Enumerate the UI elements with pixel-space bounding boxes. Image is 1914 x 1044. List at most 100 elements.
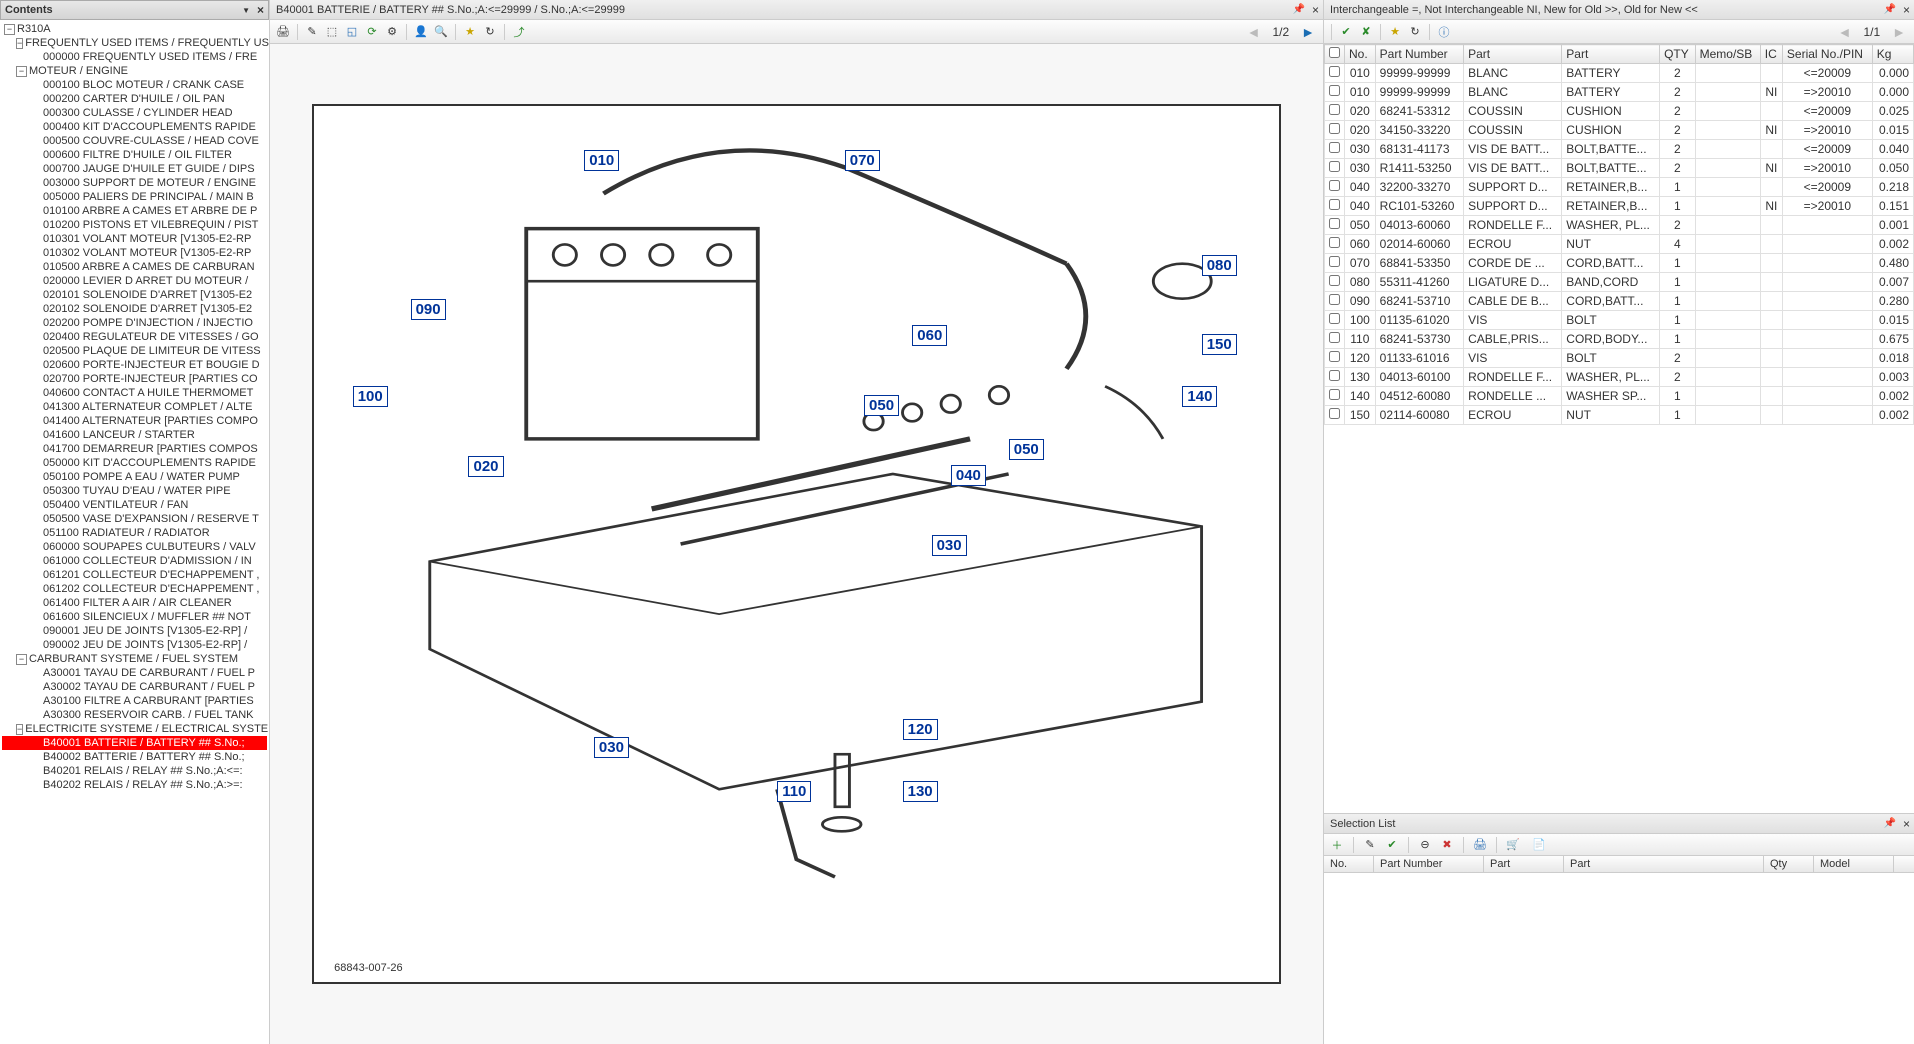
tree-item[interactable]: 061202 COLLECTEUR D'ECHAPPEMENT , [2, 582, 267, 596]
table-row[interactable]: 08055311-41260LIGATURE D...BAND,CORD10.0… [1325, 273, 1914, 292]
prev-page-button[interactable]: ◄ [1243, 24, 1265, 40]
tree-item[interactable]: 010301 VOLANT MOTEUR [V1305-E2-RP [2, 232, 267, 246]
column-header[interactable]: Memo/SB [1695, 45, 1760, 64]
dropdown-icon[interactable]: ▼ [242, 6, 250, 15]
tree-item[interactable]: B40001 BATTERIE / BATTERY ## S.No.; [2, 736, 267, 750]
tree-item[interactable]: 020102 SOLENOIDE D'ARRET [V1305-E2 [2, 302, 267, 316]
zoom-fit-icon[interactable]: ◱ [343, 23, 361, 41]
close-icon[interactable]: × [257, 3, 264, 17]
collapse-icon[interactable]: − [16, 654, 27, 665]
tree-item[interactable]: 050400 VENTILATEUR / FAN [2, 498, 267, 512]
callout-050[interactable]: 050 [1009, 439, 1044, 460]
collapse-icon[interactable]: − [16, 38, 23, 49]
collapse-icon[interactable]: − [16, 66, 27, 77]
table-row[interactable]: 12001133-61016VISBOLT20.018 [1325, 349, 1914, 368]
parts-hscroll[interactable] [1324, 796, 1914, 813]
callout-120[interactable]: 120 [903, 719, 938, 740]
tree-item[interactable]: 000300 CULASSE / CYLINDER HEAD [2, 106, 267, 120]
column-header[interactable]: Part [1484, 856, 1564, 872]
tree-item[interactable]: 061201 COLLECTEUR D'ECHAPPEMENT , [2, 568, 267, 582]
remove-icon[interactable]: ⊖ [1416, 836, 1434, 854]
callout-080[interactable]: 080 [1202, 255, 1237, 276]
pin-icon[interactable]: 📌 [1884, 4, 1896, 15]
row-checkbox[interactable] [1329, 408, 1340, 419]
tree-item[interactable]: 050300 TUYAU D'EAU / WATER PIPE [2, 484, 267, 498]
tree-group[interactable]: −CARBURANT SYSTEME / FUEL SYSTEM [2, 652, 267, 666]
next-page-button[interactable]: ► [1297, 24, 1319, 40]
tree-item[interactable]: A30300 RESERVOIR CARB. / FUEL TANK [2, 708, 267, 722]
callout-030[interactable]: 030 [594, 737, 629, 758]
callout-090[interactable]: 090 [411, 299, 446, 320]
tree-item[interactable]: 005000 PALIERS DE PRINCIPAL / MAIN B [2, 190, 267, 204]
table-row[interactable]: 13004013-60100RONDELLE F...WASHER, PL...… [1325, 368, 1914, 387]
tree-item[interactable]: 020400 REGULATEUR DE VITESSES / GO [2, 330, 267, 344]
prev-page-button[interactable]: ◄ [1834, 24, 1856, 40]
row-checkbox[interactable] [1329, 123, 1340, 134]
table-row[interactable]: 02068241-53312COUSSINCUSHION2<=200090.02… [1325, 102, 1914, 121]
delete-icon[interactable]: ✖ [1438, 836, 1456, 854]
tree-group[interactable]: −MOTEUR / ENGINE [2, 64, 267, 78]
row-checkbox[interactable] [1329, 199, 1340, 210]
pin-icon[interactable]: 📌 [1293, 4, 1305, 15]
column-header[interactable]: No. [1324, 856, 1374, 872]
tree-item[interactable]: 003000 SUPPORT DE MOTEUR / ENGINE [2, 176, 267, 190]
tree-item[interactable]: 090001 JEU DE JOINTS [V1305-E2-RP] / [2, 624, 267, 638]
tree-item[interactable]: A30001 TAYAU DE CARBURANT / FUEL P [2, 666, 267, 680]
column-header[interactable]: Part [1562, 45, 1660, 64]
add-icon[interactable]: ＋ [1328, 836, 1346, 854]
table-row[interactable]: 06002014-60060ECROUNUT40.002 [1325, 235, 1914, 254]
column-header[interactable]: Part Number [1375, 45, 1463, 64]
tree-item[interactable]: 061000 COLLECTEUR D'ADMISSION / IN [2, 554, 267, 568]
callout-020[interactable]: 020 [468, 456, 503, 477]
row-checkbox[interactable] [1329, 294, 1340, 305]
callout-100[interactable]: 100 [353, 386, 388, 407]
tree-item[interactable]: B40201 RELAIS / RELAY ## S.No.;A:<=: [2, 764, 267, 778]
tree-item[interactable]: 000500 COUVRE-CULASSE / HEAD COVE [2, 134, 267, 148]
row-checkbox[interactable] [1329, 66, 1340, 77]
export-icon[interactable]: ⤴ [510, 23, 528, 41]
refresh-icon[interactable]: ⟳ [363, 23, 381, 41]
row-checkbox[interactable] [1329, 142, 1340, 153]
cart-icon[interactable]: 🛒 [1504, 836, 1522, 854]
table-row[interactable]: 14004512-60080RONDELLE ...WASHER SP...10… [1325, 387, 1914, 406]
callout-140[interactable]: 140 [1182, 386, 1217, 407]
reload-icon[interactable]: ↻ [1406, 23, 1424, 41]
tree-item[interactable]: B40202 RELAIS / RELAY ## S.No.;A:>=: [2, 778, 267, 792]
tree-item[interactable]: 010302 VOLANT MOTEUR [V1305-E2-RP [2, 246, 267, 260]
tree-item[interactable]: 090002 JEU DE JOINTS [V1305-E2-RP] / [2, 638, 267, 652]
column-header[interactable]: Part [1564, 856, 1764, 872]
tree-group[interactable]: −ELECTRICITE SYSTEME / ELECTRICAL SYSTE [2, 722, 267, 736]
tree-item[interactable]: 020200 POMPE D'INJECTION / INJECTIO [2, 316, 267, 330]
row-checkbox[interactable] [1329, 370, 1340, 381]
check-icon[interactable]: ✔ [1337, 23, 1355, 41]
print-icon[interactable]: 🖨 [1471, 836, 1489, 854]
tree-item[interactable]: 041600 LANCEUR / STARTER [2, 428, 267, 442]
table-row[interactable]: 040RC101-53260SUPPORT D...RETAINER,B...1… [1325, 197, 1914, 216]
doc-icon[interactable]: 📄 [1530, 836, 1548, 854]
table-row[interactable]: 01099999-99999BLANCBATTERY2<=200090.000 [1325, 64, 1914, 83]
tree-item[interactable]: 061600 SILENCIEUX / MUFFLER ## NOT [2, 610, 267, 624]
parts-grid-scroll[interactable]: No.Part NumberPartPartQTYMemo/SBICSerial… [1324, 44, 1914, 796]
pin-icon[interactable]: 📌 [1884, 818, 1896, 829]
row-checkbox[interactable] [1329, 275, 1340, 286]
column-header[interactable]: Model [1814, 856, 1894, 872]
table-row[interactable]: 07068841-53350CORDE DE ...CORD,BATT...10… [1325, 254, 1914, 273]
table-row[interactable]: 11068241-53730CABLE,PRIS...CORD,BODY...1… [1325, 330, 1914, 349]
column-header[interactable]: Kg [1872, 45, 1913, 64]
row-checkbox[interactable] [1329, 104, 1340, 115]
tree-item[interactable]: 041700 DEMARREUR [PARTIES COMPOS [2, 442, 267, 456]
callout-070[interactable]: 070 [845, 150, 880, 171]
table-row[interactable]: 02034150-33220COUSSINCUSHION2NI=>200100.… [1325, 121, 1914, 140]
tree-item[interactable]: 020600 PORTE-INJECTEUR ET BOUGIE D [2, 358, 267, 372]
reload-icon[interactable]: ↻ [481, 23, 499, 41]
tree-item[interactable]: 020101 SOLENOIDE D'ARRET [V1305-E2 [2, 288, 267, 302]
tree-hscroll[interactable] [0, 1027, 269, 1044]
table-row[interactable]: 05004013-60060RONDELLE F...WASHER, PL...… [1325, 216, 1914, 235]
tree-item[interactable]: 000600 FILTRE D'HUILE / OIL FILTER [2, 148, 267, 162]
column-header[interactable]: Part Number [1374, 856, 1484, 872]
collapse-icon[interactable]: − [4, 24, 15, 35]
tree-root[interactable]: −R310A [2, 22, 267, 36]
print-icon[interactable]: 🖨 [274, 23, 292, 41]
table-row[interactable]: 10001135-61020VISBOLT10.015 [1325, 311, 1914, 330]
zoom-rect-icon[interactable]: ⬚ [323, 23, 341, 41]
